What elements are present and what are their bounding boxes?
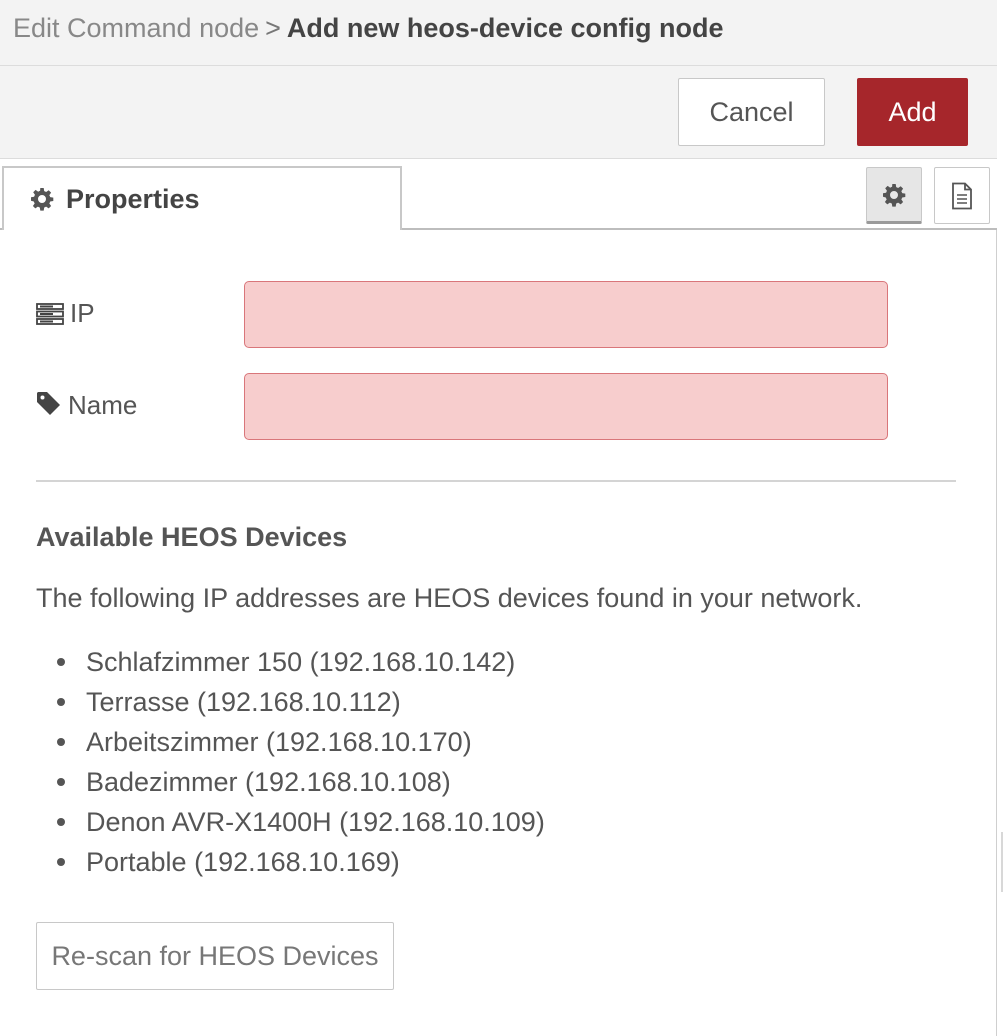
bullet-icon xyxy=(57,818,65,826)
bullet-icon xyxy=(57,698,65,706)
name-input[interactable] xyxy=(244,373,888,440)
ip-row: IP xyxy=(36,281,896,348)
device-list: Schlafzimmer 150 (192.168.10.142) Terras… xyxy=(56,642,545,882)
section-divider xyxy=(36,480,956,482)
bullet-icon xyxy=(57,778,65,786)
page-title: Add new heos-device config node xyxy=(286,13,724,43)
device-entry: Arbeitszimmer (192.168.10.170) xyxy=(86,727,472,757)
gear-icon xyxy=(31,188,54,211)
bullet-icon xyxy=(57,738,65,746)
add-button[interactable]: Add xyxy=(857,78,968,146)
scrollbar-thumb[interactable] xyxy=(1001,832,1003,892)
tab-properties-label: Properties xyxy=(66,184,200,214)
tray-toolbar: Cancel Add xyxy=(0,66,997,159)
server-icon xyxy=(36,303,64,325)
active-tab-cover xyxy=(4,226,400,232)
ip-label-text: IP xyxy=(70,298,95,328)
gear-icon xyxy=(883,183,906,207)
device-entry: Schlafzimmer 150 (192.168.10.142) xyxy=(86,647,516,677)
ip-input[interactable] xyxy=(244,281,888,348)
list-item: Badezimmer (192.168.10.108) xyxy=(56,762,545,802)
name-label-text: Name xyxy=(68,390,138,420)
ip-label: IP xyxy=(36,281,95,347)
list-item: Arbeitszimmer (192.168.10.170) xyxy=(56,722,545,762)
breadcrumb-separator: > xyxy=(265,13,281,43)
devices-description: The following IP addresses are HEOS devi… xyxy=(36,583,863,613)
device-entry: Denon AVR-X1400H (192.168.10.109) xyxy=(86,807,545,837)
cancel-button[interactable]: Cancel xyxy=(678,78,825,146)
document-icon xyxy=(952,182,972,209)
list-item: Terrasse (192.168.10.112) xyxy=(56,682,545,722)
bullet-icon xyxy=(57,658,65,666)
tab-properties[interactable]: Properties xyxy=(2,166,402,230)
tag-icon xyxy=(37,392,60,415)
list-item: Schlafzimmer 150 (192.168.10.142) xyxy=(56,642,545,682)
rescan-button[interactable]: Re-scan for HEOS Devices xyxy=(36,922,394,990)
bullet-icon xyxy=(57,858,65,866)
device-entry: Badezimmer (192.168.10.108) xyxy=(86,767,451,797)
device-entry: Portable (192.168.10.169) xyxy=(86,847,400,877)
documentation-tab-button[interactable] xyxy=(934,167,990,224)
breadcrumb-previous[interactable]: Edit Command node xyxy=(13,13,259,43)
devices-heading: Available HEOS Devices xyxy=(36,522,348,552)
list-item: Portable (192.168.10.169) xyxy=(56,842,545,882)
breadcrumb: Edit Command node > Add new heos-device co… xyxy=(0,0,997,66)
list-item: Denon AVR-X1400H (192.168.10.109) xyxy=(56,802,545,842)
device-entry: Terrasse (192.168.10.112) xyxy=(86,687,401,717)
name-label: Name xyxy=(36,373,137,439)
name-row: Name xyxy=(36,373,896,440)
settings-tab-button[interactable] xyxy=(866,167,922,224)
